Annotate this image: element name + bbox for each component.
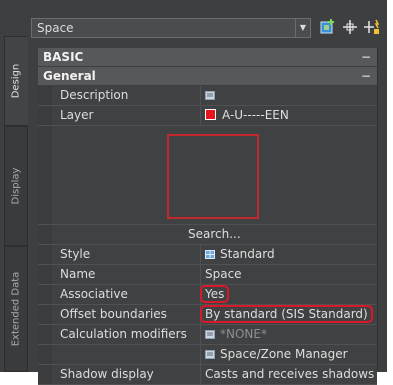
list-icon (205, 350, 215, 359)
style-preview-thumbnail[interactable] (167, 134, 259, 219)
pick-point-icon[interactable] (341, 18, 359, 36)
property-grid: BASIC − General − Description Layer A-U-… (38, 48, 377, 385)
tab-design-label: Design (10, 63, 22, 99)
property-name: Style (60, 247, 91, 261)
property-name: Layer (60, 108, 94, 122)
property-row-style[interactable]: Style Standard (38, 245, 377, 265)
list-icon (205, 330, 215, 339)
offset-boundaries-value[interactable]: By standard (SIS Standard) (200, 305, 373, 325)
property-name: Shadow display (60, 367, 154, 381)
quick-select-icon[interactable] (363, 18, 381, 36)
grid-scroll-edge (377, 48, 378, 370)
tab-extended-data[interactable]: Extended Data (4, 246, 28, 372)
tab-display-label: Display (10, 167, 22, 205)
name-value[interactable]: Space (205, 267, 242, 281)
property-name: Description (60, 88, 129, 102)
column-divider (200, 245, 201, 264)
column-divider (200, 106, 201, 125)
property-name: Offset boundaries (60, 307, 167, 321)
properties-palette: Design Display Extended Data Space ▼ BAS… (0, 0, 387, 385)
style-icon (205, 250, 215, 259)
associative-highlight: Yes (200, 285, 230, 303)
column-divider (200, 345, 201, 364)
property-row-description[interactable]: Description (38, 86, 377, 106)
property-row-name[interactable]: Name Space (38, 265, 377, 285)
property-row-calculation-modifiers[interactable]: Calculation modifiers *NONE* (38, 325, 377, 345)
general-properties: Description Layer A-U-----EEN Search... … (38, 86, 377, 385)
style-name: Standard (220, 247, 275, 261)
chevron-down-icon[interactable]: ▼ (295, 19, 310, 37)
property-name: Associative (60, 287, 128, 301)
object-type-dropdown[interactable]: Space ▼ (31, 18, 311, 38)
layer-value[interactable]: A-U-----EEN (205, 108, 289, 122)
category-general[interactable]: General − (38, 67, 377, 86)
column-divider (200, 365, 201, 384)
collapse-icon[interactable]: − (361, 48, 371, 66)
category-general-label: General (43, 69, 96, 83)
style-search-row[interactable]: Search... (38, 225, 377, 245)
associative-value[interactable]: Yes (200, 285, 230, 305)
column-divider (200, 265, 201, 284)
column-divider (200, 86, 201, 105)
shadow-display-value[interactable]: Casts and receives shadows (205, 367, 374, 381)
property-name: Calculation modifiers (60, 327, 187, 341)
add-properties-icon[interactable] (319, 18, 337, 36)
property-name: Name (60, 267, 96, 281)
calculation-modifiers-value[interactable]: *NONE* (205, 327, 267, 341)
calculation-modifiers-text: *NONE* (220, 327, 267, 341)
layer-name: A-U-----EEN (222, 108, 289, 122)
description-editor-icon[interactable] (205, 91, 215, 100)
style-value[interactable]: Standard (205, 247, 275, 261)
property-row-offset-boundaries[interactable]: Offset boundaries By standard (SIS Stand… (38, 305, 377, 325)
layer-color-swatch (205, 109, 216, 120)
category-basic[interactable]: BASIC − (38, 48, 377, 67)
search-link[interactable]: Search... (188, 227, 241, 241)
tab-extended-data-label: Extended Data (10, 271, 22, 347)
palette-toolbar: Space ▼ (29, 10, 387, 46)
tab-design[interactable]: Design (4, 36, 28, 126)
palette-tabs: Design Display Extended Data (0, 0, 29, 372)
property-row-layer[interactable]: Layer A-U-----EEN (38, 106, 377, 126)
collapse-icon[interactable]: − (361, 67, 371, 85)
property-row-associative[interactable]: Associative Yes (38, 285, 377, 305)
category-basic-label: BASIC (43, 50, 84, 64)
zone-manager-value[interactable]: Space/Zone Manager (205, 347, 348, 361)
property-row-zone-manager[interactable]: Space/Zone Manager (38, 345, 377, 365)
column-divider (200, 325, 201, 344)
style-preview-row (38, 126, 377, 225)
tab-display[interactable]: Display (4, 126, 28, 246)
zone-manager-text: Space/Zone Manager (220, 347, 348, 361)
property-row-shadow-display[interactable]: Shadow display Casts and receives shadow… (38, 365, 377, 385)
object-type-value: Space (37, 21, 74, 35)
description-value[interactable] (205, 88, 220, 102)
offset-boundaries-highlight: By standard (SIS Standard) (200, 305, 373, 323)
